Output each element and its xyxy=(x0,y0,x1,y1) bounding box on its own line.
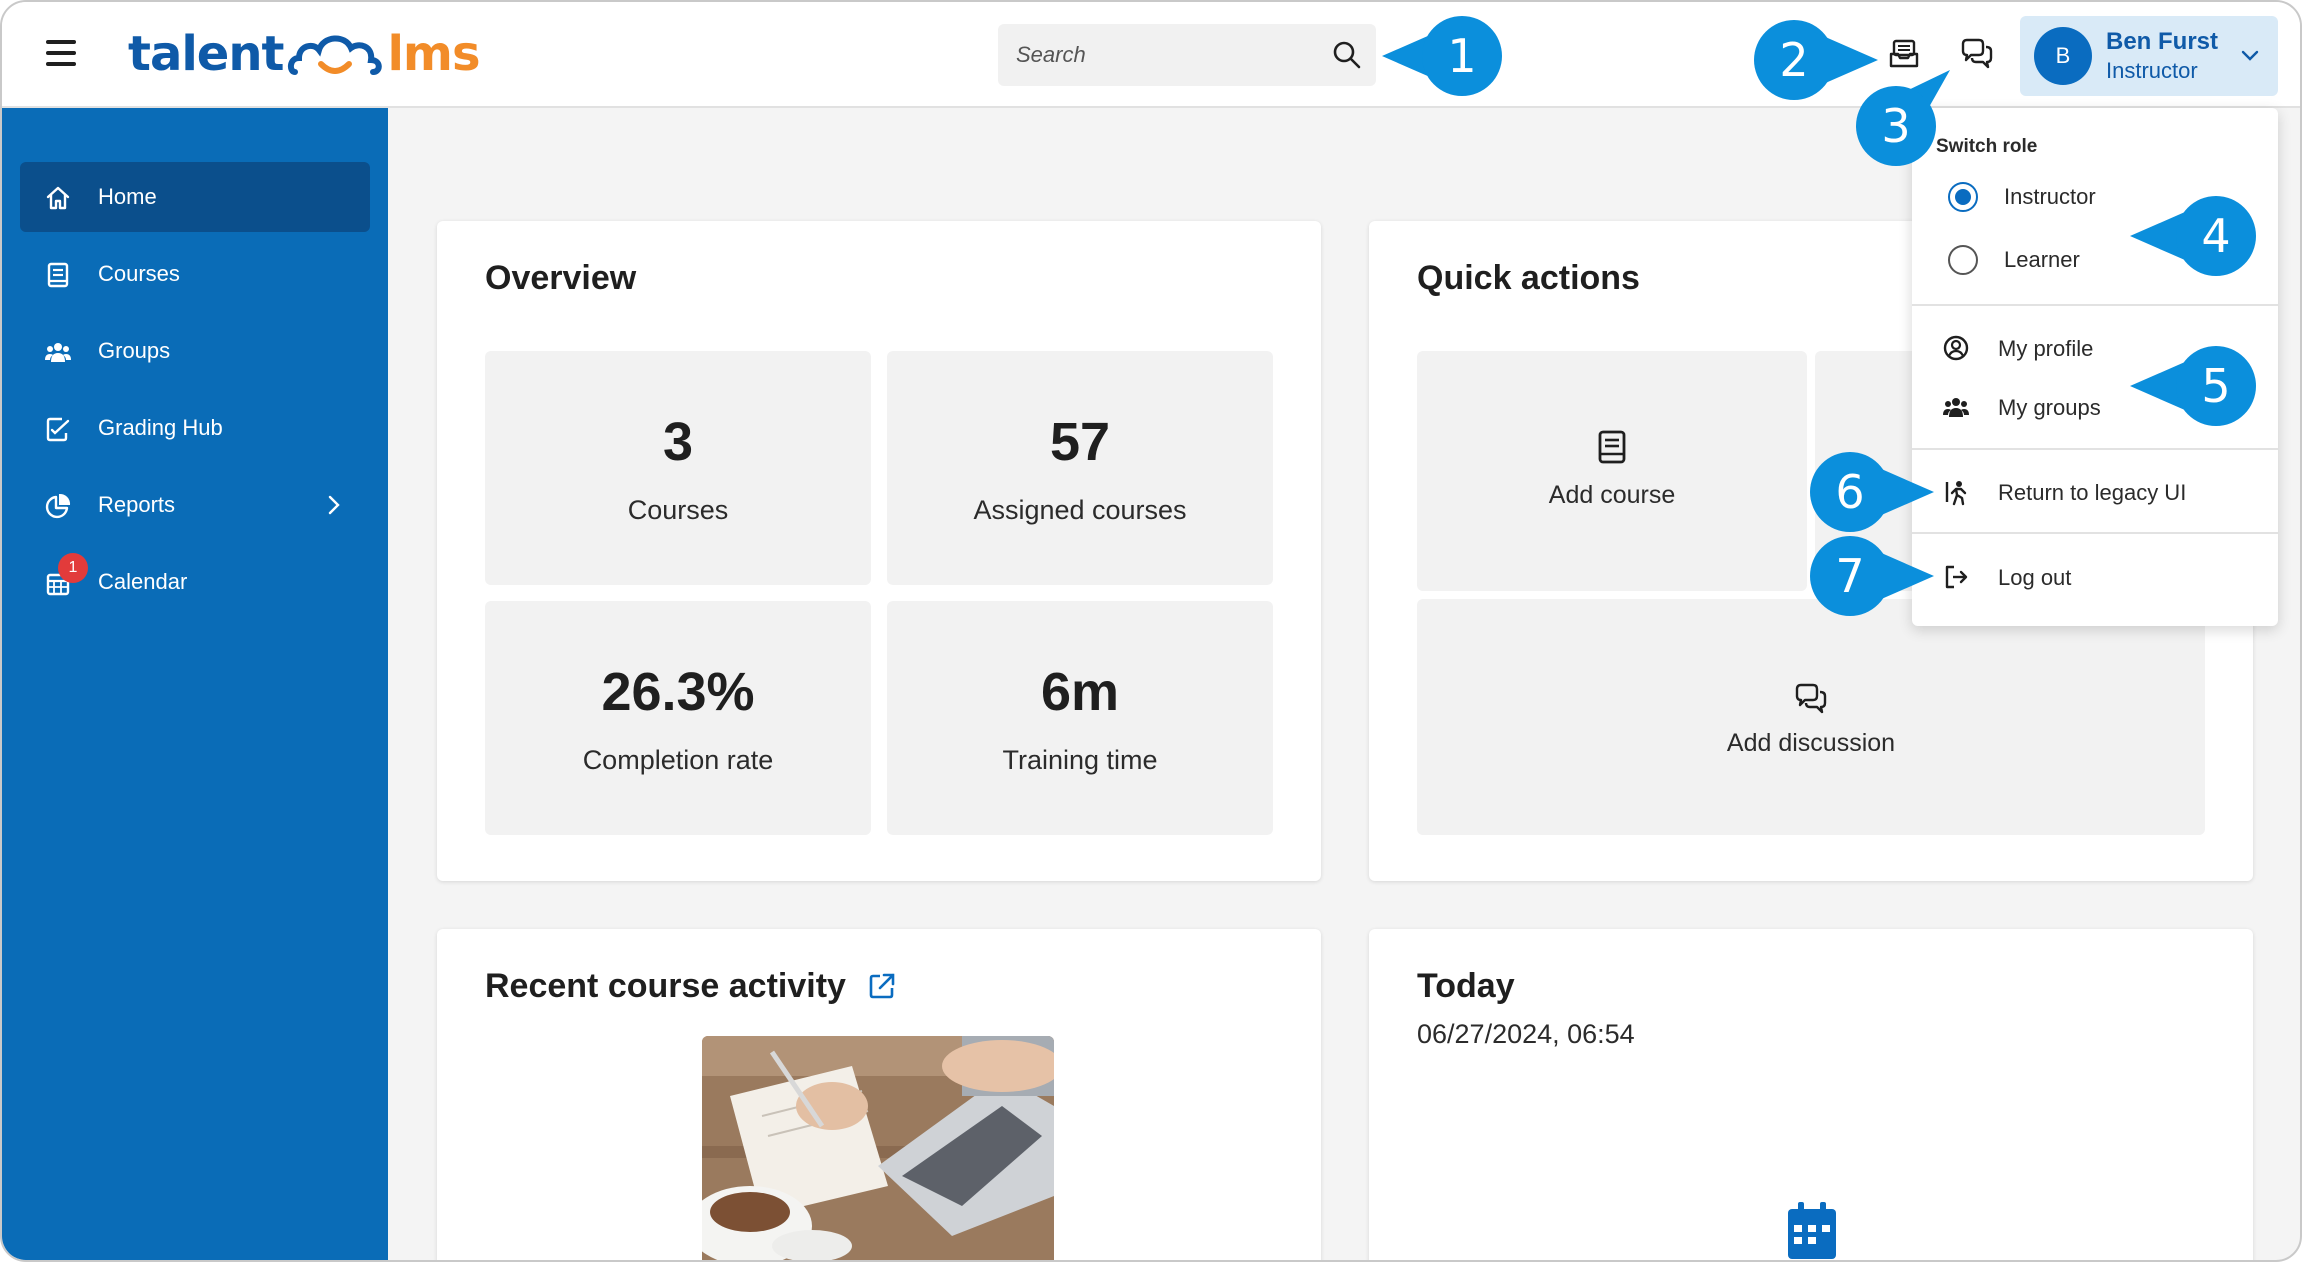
legacy-ui-icon xyxy=(1945,481,1967,506)
sidebar-item-groups[interactable]: Groups xyxy=(20,316,370,386)
user-circle-icon xyxy=(1943,335,1969,361)
book-icon xyxy=(1598,430,1626,464)
stat-training-time[interactable]: 6m Training time xyxy=(887,601,1273,835)
search-icon[interactable] xyxy=(1332,40,1362,70)
stat-value: 3 xyxy=(662,412,694,472)
hamburger-menu-icon[interactable] xyxy=(46,40,76,70)
calendar-icon xyxy=(1788,1202,1836,1259)
stat-courses[interactable]: 3 Courses xyxy=(485,351,871,585)
return-to-legacy-ui-item[interactable]: Return to legacy UI xyxy=(1942,472,2262,512)
callout-5: 5 xyxy=(2130,346,2256,426)
sidebar: Home Courses Groups Grading Hub Reports … xyxy=(2,108,388,1260)
grading-icon xyxy=(46,417,70,442)
callout-number: 4 xyxy=(2201,209,2230,263)
chevron-down-icon xyxy=(2241,50,2259,61)
callout-number: 3 xyxy=(1881,99,1910,153)
users-icon xyxy=(45,343,71,362)
divider xyxy=(1912,448,2278,450)
recent-activity-title: Recent course activity xyxy=(485,967,846,1005)
stat-value: 6m xyxy=(1040,662,1120,722)
add-course-button[interactable]: Add course xyxy=(1417,351,1807,591)
my-groups-label: My groups xyxy=(1998,395,2101,420)
callout-number: 6 xyxy=(1835,465,1864,519)
log-out-item[interactable]: Log out xyxy=(1942,557,2262,597)
search-box xyxy=(998,24,1376,86)
stat-value: 57 xyxy=(1049,412,1111,472)
radio-selected[interactable] xyxy=(1948,182,1978,212)
logo-text-lms: lms xyxy=(387,26,480,82)
divider xyxy=(1912,532,2278,534)
discussions-icon[interactable] xyxy=(1959,36,1995,72)
stat-label: Courses xyxy=(627,495,729,525)
logo-text-talent: talent xyxy=(128,26,284,82)
notification-badge: 1 xyxy=(58,553,88,583)
today-title: Today xyxy=(1417,967,1515,1005)
role-label: Instructor xyxy=(2004,184,2096,209)
today-datetime: 06/27/2024, 06:54 xyxy=(1417,1019,1635,1049)
role-label: Learner xyxy=(2004,247,2080,272)
quick-actions-title: Quick actions xyxy=(1417,259,1640,297)
sidebar-item-label: Home xyxy=(98,184,157,209)
stat-label: Assigned courses xyxy=(973,495,1187,525)
stat-completion-rate[interactable]: 26.3% Completion rate xyxy=(485,601,871,835)
external-link-icon[interactable] xyxy=(867,971,897,1001)
callout-number: 5 xyxy=(2201,359,2230,413)
add-discussion-label: Add discussion xyxy=(1726,729,1896,757)
callout-7: 7 xyxy=(1810,536,1934,616)
callout-1: 1 xyxy=(1382,16,1502,96)
sidebar-item-grading-hub[interactable]: Grading Hub xyxy=(20,393,370,463)
add-course-label: Add course xyxy=(1548,481,1676,509)
my-profile-label: My profile xyxy=(1998,336,2094,361)
logout-icon xyxy=(1945,565,1968,589)
sidebar-item-reports[interactable]: Reports xyxy=(20,470,370,540)
legacy-ui-label: Return to legacy UI xyxy=(1998,480,2187,505)
user-role: Instructor xyxy=(2106,58,2198,83)
course-thumbnail-image[interactable] xyxy=(702,1036,1054,1260)
search-input[interactable] xyxy=(1016,24,1316,86)
callout-number: 1 xyxy=(1447,29,1476,83)
home-icon xyxy=(46,186,70,210)
sidebar-item-label: Calendar xyxy=(98,569,188,594)
stat-assigned-courses[interactable]: 57 Assigned courses xyxy=(887,351,1273,585)
overview-title: Overview xyxy=(485,259,637,297)
callout-number: 2 xyxy=(1779,33,1808,87)
today-card: Today 06/27/2024, 06:54 xyxy=(1369,929,2253,1260)
pie-chart-icon xyxy=(45,493,71,519)
app-frame: talent lms B Ben Furst xyxy=(0,0,2302,1262)
callout-3: 3 xyxy=(1856,70,1950,166)
radio-unselected[interactable] xyxy=(1948,245,1978,275)
sidebar-item-calendar[interactable]: 1 Calendar xyxy=(20,547,370,617)
sidebar-item-label: Reports xyxy=(98,492,176,517)
overview-card: Overview 3 Courses 57 Assigned courses 2… xyxy=(437,221,1321,881)
callout-6: 6 xyxy=(1810,452,1934,532)
divider xyxy=(1912,304,2278,306)
sidebar-item-courses[interactable]: Courses xyxy=(20,239,370,309)
users-icon xyxy=(1943,398,1969,417)
talentlms-logo[interactable]: talent lms xyxy=(128,24,481,84)
user-name: Ben Furst xyxy=(2106,28,2219,55)
avatar: B xyxy=(2034,27,2092,85)
sidebar-item-label: Grading Hub xyxy=(98,415,223,440)
cloud-logo-icon xyxy=(288,35,383,75)
callout-number: 7 xyxy=(1835,549,1864,603)
stat-value: 26.3% xyxy=(601,662,755,722)
discussions-icon xyxy=(1795,683,1827,714)
user-menu-button[interactable]: B Ben Furst Instructor xyxy=(2020,16,2278,96)
add-discussion-button[interactable]: Add discussion xyxy=(1417,599,2205,835)
sidebar-item-label: Groups xyxy=(98,338,171,363)
chevron-right-icon xyxy=(328,495,340,515)
sidebar-item-label: Courses xyxy=(98,261,180,286)
stat-label: Completion rate xyxy=(582,745,774,775)
callout-4: 4 xyxy=(2130,196,2256,276)
log-out-label: Log out xyxy=(1998,565,2072,590)
book-icon xyxy=(47,262,69,288)
stat-label: Training time xyxy=(1002,745,1158,775)
top-header: talent lms B Ben Furst xyxy=(2,2,2300,108)
sidebar-item-home[interactable]: Home xyxy=(20,162,370,232)
